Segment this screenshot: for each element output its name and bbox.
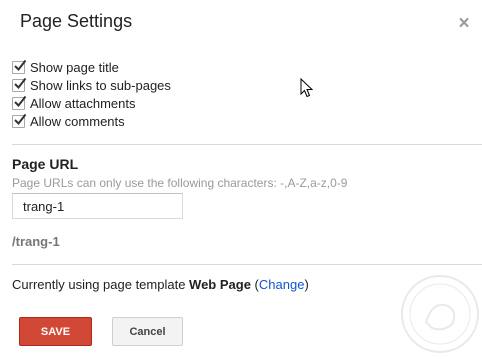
checkbox-show-links-to-sub-pages[interactable]: [12, 77, 27, 92]
template-open-paren: (: [250, 277, 259, 292]
close-icon[interactable]: ×: [456, 14, 472, 33]
checkmark-icon: [14, 77, 27, 89]
template-name: Web Page: [189, 277, 251, 292]
checkbox-show-page-title[interactable]: [12, 59, 27, 74]
option-label: Show page title: [30, 59, 119, 75]
template-prefix: Currently using page template: [12, 277, 190, 292]
template-close-paren: ): [304, 277, 309, 292]
option-label: Allow attachments: [30, 95, 136, 111]
checkmark-icon: [14, 95, 27, 107]
option-label: Allow comments: [30, 113, 125, 129]
option-allow-attachments[interactable]: Allow attachments: [12, 94, 171, 112]
save-button[interactable]: SAVE: [19, 317, 92, 346]
page-url-input[interactable]: [12, 193, 183, 219]
option-show-links-to-sub-pages[interactable]: Show links to sub-pages: [12, 76, 171, 94]
page-url-hint: Page URLs can only use the following cha…: [12, 176, 348, 190]
checkbox-allow-attachments[interactable]: [12, 95, 27, 110]
divider: [12, 144, 482, 145]
option-label: Show links to sub-pages: [30, 77, 171, 93]
checkmark-icon: [14, 113, 27, 125]
page-settings-dialog: Page Settings × Show page title Show lin…: [0, 0, 482, 359]
mouse-pointer-icon: [300, 78, 314, 98]
checkmark-icon: [14, 59, 27, 71]
option-show-page-title[interactable]: Show page title: [12, 58, 171, 76]
dialog-title: Page Settings: [20, 11, 133, 31]
checkbox-allow-comments[interactable]: [12, 113, 27, 128]
options-list: Show page title Show links to sub-pages …: [12, 58, 171, 130]
template-info: Currently using page template Web Page (…: [12, 277, 309, 292]
watermark-stamp-icon: [401, 275, 479, 353]
change-template-link[interactable]: Change: [259, 277, 305, 292]
divider: [12, 264, 482, 265]
option-allow-comments[interactable]: Allow comments: [12, 112, 171, 130]
cancel-button[interactable]: Cancel: [112, 317, 183, 346]
page-url-path: /trang-1: [12, 234, 60, 249]
page-url-label: Page URL: [12, 156, 79, 172]
